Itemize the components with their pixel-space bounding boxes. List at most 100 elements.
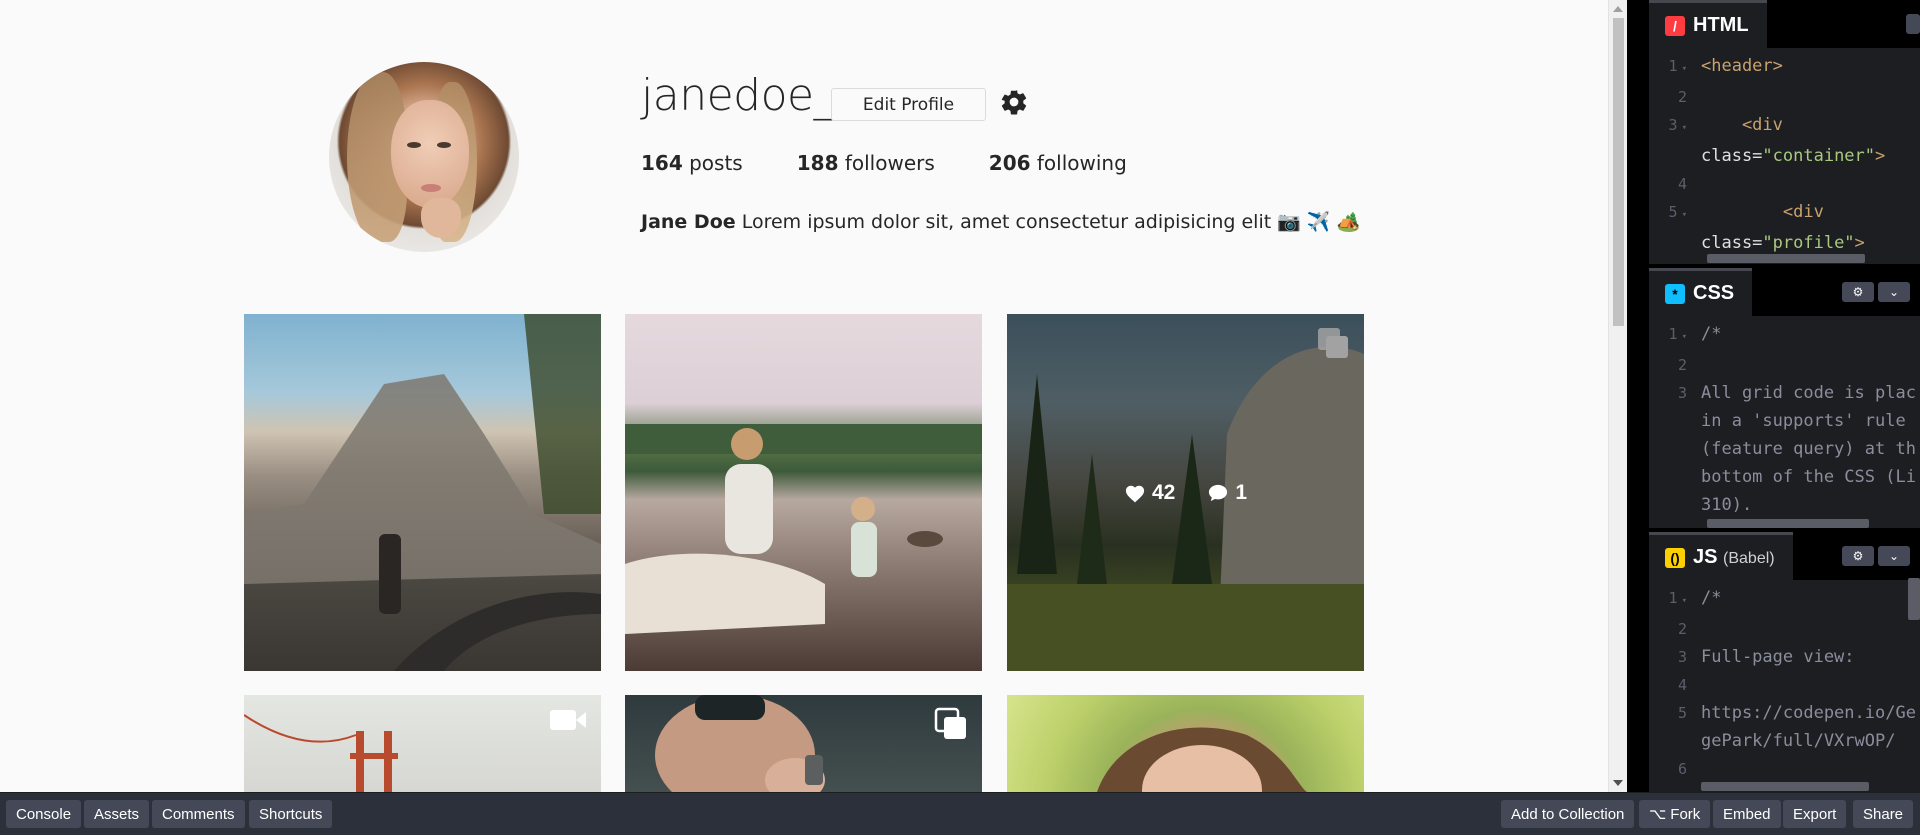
line-number: 4 [1677, 676, 1687, 694]
preview-scrollbar[interactable] [1608, 0, 1627, 792]
console-button[interactable]: Console [6, 800, 82, 828]
bottom-toolbar: Console Assets Comments Shortcuts Add to… [0, 792, 1920, 835]
likes-count: 42 [1124, 481, 1175, 505]
gallery-item[interactable] [244, 314, 601, 671]
code-line: class="profile"> [1649, 229, 1920, 257]
code-line: in a 'supports' rule [1649, 407, 1920, 435]
chevron-down-icon[interactable]: ⌄ [1878, 282, 1910, 302]
share-button[interactable]: Share [1853, 800, 1914, 828]
line-number: 2 [1677, 356, 1687, 374]
code-line: 5 https://codepen.io/Ge [1649, 699, 1920, 727]
shortcuts-button[interactable]: Shortcuts [249, 800, 333, 828]
carousel-icon [934, 707, 966, 739]
js-editor-tab[interactable]: () JS (Babel) [1649, 532, 1793, 580]
js-code[interactable]: 1 ▾ /* 2 3 Full-page view: 4 5 https://codepen.i… [1649, 580, 1920, 783]
js-editor: () JS (Babel) ⚙ ⌄ 1 ▾ /* 2 3 Full-page view: 4… [1649, 528, 1920, 792]
code-text: Full-page view: [1701, 647, 1855, 667]
code-text: /* [1701, 588, 1722, 608]
fold-arrow-icon[interactable]: ▾ [1682, 123, 1687, 133]
stat-followers[interactable]: 188 followers [797, 151, 935, 175]
gallery-item[interactable] [625, 695, 982, 792]
fold-arrow-icon[interactable]: ▾ [1682, 64, 1687, 74]
bio-text: Lorem ipsum dolor sit, amet consectetur … [741, 211, 1361, 233]
code-line: 1 ▾ /* [1649, 584, 1920, 615]
stat-following[interactable]: 206 following [989, 151, 1127, 175]
gallery-item[interactable] [1007, 695, 1364, 792]
profile-avatar[interactable] [329, 62, 519, 252]
css-code[interactable]: 1 ▾ /* 2 3 All grid code is plac in a 'support… [1649, 316, 1920, 519]
code-line: 4 [1649, 671, 1920, 699]
html-editor: / HTML 1 ▾ <header> 2 3 ▾ <div class="containe… [1649, 0, 1920, 264]
line-number: 3 [1677, 648, 1687, 666]
gallery-item[interactable] [244, 695, 601, 792]
code-line: 3 Full-page view: [1649, 643, 1920, 671]
code-line: 2 [1649, 83, 1920, 111]
pane-resizer[interactable] [1627, 0, 1649, 792]
code-line: 3 All grid code is plac [1649, 379, 1920, 407]
video-icon [550, 710, 586, 730]
line-number [1649, 229, 1693, 257]
line-number: 2 [1677, 620, 1687, 638]
line-number [1649, 727, 1693, 755]
css-editor: * CSS ⚙ ⌄ 1 ▾ /* 2 3 All grid code is plac in … [1649, 264, 1920, 528]
code-text: gePark/full/VXrwOP/ [1701, 731, 1896, 751]
line-number [1649, 435, 1693, 463]
code-line: (feature query) at th [1649, 435, 1920, 463]
code-line: 5 ▾ <div [1649, 198, 1920, 229]
gallery-item[interactable] [625, 314, 982, 671]
js-badge-icon: () [1665, 547, 1685, 568]
line-number [1649, 463, 1693, 491]
line-number [1649, 407, 1693, 435]
code-line: 2 [1649, 351, 1920, 379]
gear-icon[interactable]: ⚙ [1842, 546, 1874, 566]
gear-icon[interactable] [999, 87, 1029, 117]
code-text: in a 'supports' rule [1701, 411, 1906, 431]
editor-column: / HTML 1 ▾ <header> 2 3 ▾ <div class="containe… [1649, 0, 1920, 792]
css-editor-tab[interactable]: * CSS [1649, 268, 1753, 316]
code-line: 310). [1649, 491, 1920, 519]
heart-icon [1125, 485, 1145, 502]
add-to-collection-button[interactable]: Add to Collection [1501, 800, 1635, 828]
code-text: https://codepen.io/Ge [1701, 703, 1916, 723]
hover-overlay: 42 1 [1007, 314, 1364, 671]
stat-posts[interactable]: 164 posts [641, 151, 743, 175]
export-button[interactable]: Export [1783, 800, 1847, 828]
code-text: class="profile"> [1701, 233, 1865, 253]
fold-arrow-icon[interactable]: ▾ [1682, 210, 1687, 220]
code-line: class="container"> [1649, 142, 1920, 170]
line-number: 1 ▾ [1668, 325, 1687, 343]
fold-arrow-icon[interactable]: ▾ [1682, 596, 1687, 606]
chevron-down-icon[interactable]: ⌄ [1878, 546, 1910, 566]
gear-icon[interactable]: ⚙ [1842, 282, 1874, 302]
line-number: 3 [1677, 384, 1687, 402]
html-editor-tab[interactable]: / HTML [1649, 0, 1767, 48]
comments-button[interactable]: Comments [152, 800, 245, 828]
html-code[interactable]: 1 ▾ <header> 2 3 ▾ <div class="container"> 4 5 ▾ … [1649, 48, 1920, 257]
assets-button[interactable]: Assets [84, 800, 150, 828]
embed-button[interactable]: Embed [1713, 800, 1781, 828]
line-number: 4 [1677, 175, 1687, 193]
line-number: 5 ▾ [1668, 203, 1687, 221]
gallery-item[interactable]: 42 1 [1007, 314, 1364, 671]
fold-arrow-icon[interactable]: ▾ [1682, 332, 1687, 342]
preview-pane: janedoe_ Edit Profile 164 posts 188 foll… [0, 0, 1627, 792]
line-number [1649, 491, 1693, 519]
settings-icon[interactable] [1906, 14, 1920, 34]
code-text: class="container"> [1701, 146, 1886, 166]
code-line: 2 [1649, 615, 1920, 643]
line-number: 1 ▾ [1668, 57, 1687, 75]
line-number: 3 ▾ [1668, 116, 1687, 134]
code-line: 3 ▾ <div [1649, 111, 1920, 142]
fork-button[interactable]: ⌥ Fork [1639, 800, 1711, 828]
profile-stats: 164 posts 188 followers 206 following [641, 151, 1127, 175]
edit-profile-button[interactable]: Edit Profile [831, 88, 986, 121]
code-line: bottom of the CSS (Li [1649, 463, 1920, 491]
code-line: 1 ▾ <header> [1649, 52, 1920, 83]
line-number: 5 [1677, 704, 1687, 722]
code-text: <header> [1701, 56, 1783, 76]
line-number: 6 [1677, 760, 1687, 778]
code-text: All grid code is plac [1701, 383, 1916, 403]
